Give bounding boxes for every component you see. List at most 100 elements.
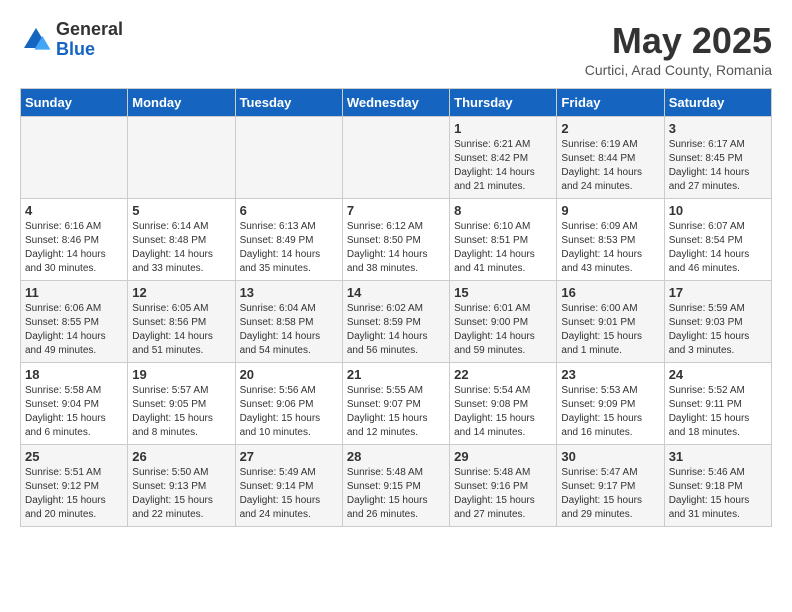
- day-info: Sunrise: 5:56 AM Sunset: 9:06 PM Dayligh…: [240, 384, 338, 440]
- calendar-cell: 11 Sunrise: 6:06 AM Sunset: 8:55 PM Dayli…: [21, 281, 128, 363]
- calendar-cell: 28 Sunrise: 5:48 AM Sunset: 9:15 PM Dayli…: [342, 445, 449, 527]
- day-number: 3: [669, 121, 767, 136]
- calendar-cell: 16 Sunrise: 6:00 AM Sunset: 9:01 PM Dayli…: [557, 281, 664, 363]
- weekday-monday: Monday: [128, 89, 235, 117]
- calendar-cell: 10 Sunrise: 6:07 AM Sunset: 8:54 PM Dayli…: [664, 199, 771, 281]
- calendar-cell: 2 Sunrise: 6:19 AM Sunset: 8:44 PM Daylig…: [557, 117, 664, 199]
- location: Curtici, Arad County, Romania: [585, 62, 772, 78]
- day-info: Sunrise: 6:09 AM Sunset: 8:53 PM Dayligh…: [561, 220, 659, 276]
- day-info: Sunrise: 6:13 AM Sunset: 8:49 PM Dayligh…: [240, 220, 338, 276]
- day-info: Sunrise: 5:59 AM Sunset: 9:03 PM Dayligh…: [669, 302, 767, 358]
- weekday-sunday: Sunday: [21, 89, 128, 117]
- day-number: 10: [669, 203, 767, 218]
- calendar-body: 1 Sunrise: 6:21 AM Sunset: 8:42 PM Daylig…: [21, 117, 772, 527]
- day-number: 15: [454, 285, 552, 300]
- weekday-friday: Friday: [557, 89, 664, 117]
- day-number: 26: [132, 449, 230, 464]
- day-info: Sunrise: 5:49 AM Sunset: 9:14 PM Dayligh…: [240, 466, 338, 522]
- day-info: Sunrise: 5:48 AM Sunset: 9:15 PM Dayligh…: [347, 466, 445, 522]
- day-info: Sunrise: 6:00 AM Sunset: 9:01 PM Dayligh…: [561, 302, 659, 358]
- day-info: Sunrise: 6:21 AM Sunset: 8:42 PM Dayligh…: [454, 138, 552, 194]
- day-info: Sunrise: 5:55 AM Sunset: 9:07 PM Dayligh…: [347, 384, 445, 440]
- day-info: Sunrise: 5:57 AM Sunset: 9:05 PM Dayligh…: [132, 384, 230, 440]
- day-info: Sunrise: 5:53 AM Sunset: 9:09 PM Dayligh…: [561, 384, 659, 440]
- day-info: Sunrise: 6:10 AM Sunset: 8:51 PM Dayligh…: [454, 220, 552, 276]
- day-info: Sunrise: 6:06 AM Sunset: 8:55 PM Dayligh…: [25, 302, 123, 358]
- weekday-thursday: Thursday: [450, 89, 557, 117]
- weekday-tuesday: Tuesday: [235, 89, 342, 117]
- calendar-week: 25 Sunrise: 5:51 AM Sunset: 9:12 PM Dayli…: [21, 445, 772, 527]
- day-number: 14: [347, 285, 445, 300]
- weekday-saturday: Saturday: [664, 89, 771, 117]
- day-number: 16: [561, 285, 659, 300]
- day-number: 9: [561, 203, 659, 218]
- day-number: 25: [25, 449, 123, 464]
- calendar-cell: 29Sunrise: 5:48 AM Sunset: 9:16 PM Dayli…: [450, 445, 557, 527]
- day-number: 31: [669, 449, 767, 464]
- logo-icon: [20, 24, 52, 56]
- calendar-week: 11 Sunrise: 6:06 AM Sunset: 8:55 PM Dayli…: [21, 281, 772, 363]
- calendar-cell: 13 Sunrise: 6:04 AM Sunset: 8:58 PM Dayli…: [235, 281, 342, 363]
- calendar-cell: 8Sunrise: 6:10 AM Sunset: 8:51 PM Daylig…: [450, 199, 557, 281]
- day-info: Sunrise: 5:54 AM Sunset: 9:08 PM Dayligh…: [454, 384, 552, 440]
- calendar-cell: 24Sunrise: 5:52 AM Sunset: 9:11 PM Dayli…: [664, 363, 771, 445]
- day-number: 29: [454, 449, 552, 464]
- calendar-cell: 9 Sunrise: 6:09 AM Sunset: 8:53 PM Daylig…: [557, 199, 664, 281]
- day-number: 30: [561, 449, 659, 464]
- day-number: 7: [347, 203, 445, 218]
- calendar-cell: [235, 117, 342, 199]
- calendar-cell: 1 Sunrise: 6:21 AM Sunset: 8:42 PM Daylig…: [450, 117, 557, 199]
- day-number: 19: [132, 367, 230, 382]
- day-number: 1: [454, 121, 552, 136]
- day-number: 12: [132, 285, 230, 300]
- day-number: 23: [561, 367, 659, 382]
- calendar-cell: 15 Sunrise: 6:01 AM Sunset: 9:00 PM Dayli…: [450, 281, 557, 363]
- calendar-week: 4Sunrise: 6:16 AM Sunset: 8:46 PM Daylig…: [21, 199, 772, 281]
- day-number: 21: [347, 367, 445, 382]
- day-info: Sunrise: 6:07 AM Sunset: 8:54 PM Dayligh…: [669, 220, 767, 276]
- calendar-cell: 19 Sunrise: 5:57 AM Sunset: 9:05 PM Dayli…: [128, 363, 235, 445]
- calendar-cell: 21 Sunrise: 5:55 AM Sunset: 9:07 PM Dayli…: [342, 363, 449, 445]
- day-info: Sunrise: 5:46 AM Sunset: 9:18 PM Dayligh…: [669, 466, 767, 522]
- day-number: 5: [132, 203, 230, 218]
- calendar-cell: 12Sunrise: 6:05 AM Sunset: 8:56 PM Dayli…: [128, 281, 235, 363]
- calendar-cell: 3Sunrise: 6:17 AM Sunset: 8:45 PM Daylig…: [664, 117, 771, 199]
- calendar-cell: 4Sunrise: 6:16 AM Sunset: 8:46 PM Daylig…: [21, 199, 128, 281]
- day-info: Sunrise: 5:51 AM Sunset: 9:12 PM Dayligh…: [25, 466, 123, 522]
- calendar-cell: 25 Sunrise: 5:51 AM Sunset: 9:12 PM Dayli…: [21, 445, 128, 527]
- calendar-cell: 7 Sunrise: 6:12 AM Sunset: 8:50 PM Daylig…: [342, 199, 449, 281]
- day-number: 11: [25, 285, 123, 300]
- calendar-cell: 18Sunrise: 5:58 AM Sunset: 9:04 PM Dayli…: [21, 363, 128, 445]
- weekday-row: SundayMondayTuesdayWednesdayThursdayFrid…: [21, 89, 772, 117]
- logo: General Blue: [20, 20, 123, 60]
- month-title: May 2025: [585, 20, 772, 62]
- calendar-cell: 26Sunrise: 5:50 AM Sunset: 9:13 PM Dayli…: [128, 445, 235, 527]
- title-block: May 2025 Curtici, Arad County, Romania: [585, 20, 772, 78]
- calendar-cell: 6 Sunrise: 6:13 AM Sunset: 8:49 PM Daylig…: [235, 199, 342, 281]
- calendar-week: 18Sunrise: 5:58 AM Sunset: 9:04 PM Dayli…: [21, 363, 772, 445]
- calendar-cell: 20 Sunrise: 5:56 AM Sunset: 9:06 PM Dayli…: [235, 363, 342, 445]
- day-info: Sunrise: 6:12 AM Sunset: 8:50 PM Dayligh…: [347, 220, 445, 276]
- day-info: Sunrise: 5:58 AM Sunset: 9:04 PM Dayligh…: [25, 384, 123, 440]
- day-number: 20: [240, 367, 338, 382]
- calendar-cell: 27 Sunrise: 5:49 AM Sunset: 9:14 PM Dayli…: [235, 445, 342, 527]
- logo-blue: Blue: [56, 40, 123, 60]
- day-info: Sunrise: 5:52 AM Sunset: 9:11 PM Dayligh…: [669, 384, 767, 440]
- day-number: 27: [240, 449, 338, 464]
- calendar-cell: [128, 117, 235, 199]
- day-info: Sunrise: 6:01 AM Sunset: 9:00 PM Dayligh…: [454, 302, 552, 358]
- day-number: 6: [240, 203, 338, 218]
- calendar-cell: 30Sunrise: 5:47 AM Sunset: 9:17 PM Dayli…: [557, 445, 664, 527]
- day-number: 28: [347, 449, 445, 464]
- day-info: Sunrise: 6:19 AM Sunset: 8:44 PM Dayligh…: [561, 138, 659, 194]
- calendar-header: SundayMondayTuesdayWednesdayThursdayFrid…: [21, 89, 772, 117]
- calendar-cell: 14 Sunrise: 6:02 AM Sunset: 8:59 PM Dayli…: [342, 281, 449, 363]
- day-number: 13: [240, 285, 338, 300]
- day-number: 2: [561, 121, 659, 136]
- calendar-cell: 23 Sunrise: 5:53 AM Sunset: 9:09 PM Dayli…: [557, 363, 664, 445]
- day-info: Sunrise: 6:04 AM Sunset: 8:58 PM Dayligh…: [240, 302, 338, 358]
- calendar-cell: 31 Sunrise: 5:46 AM Sunset: 9:18 PM Dayli…: [664, 445, 771, 527]
- day-info: Sunrise: 6:02 AM Sunset: 8:59 PM Dayligh…: [347, 302, 445, 358]
- calendar-cell: 22Sunrise: 5:54 AM Sunset: 9:08 PM Dayli…: [450, 363, 557, 445]
- weekday-wednesday: Wednesday: [342, 89, 449, 117]
